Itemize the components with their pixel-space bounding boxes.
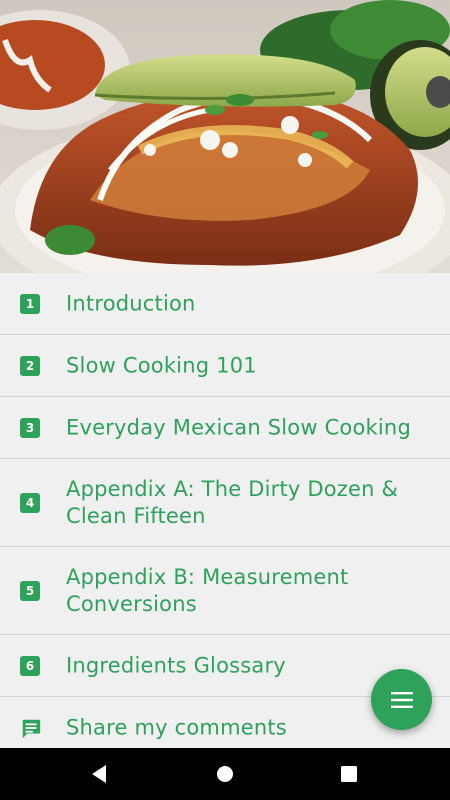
menu-icon (390, 691, 413, 708)
menu-item-label: Introduction (66, 291, 196, 315)
menu-item-label: Ingredients Glossary (66, 653, 286, 677)
number-6-icon: 6 (20, 655, 40, 676)
menu-item-label: Everyday Mexican Slow Cooking (66, 415, 411, 439)
menu-item-everyday-mexican[interactable]: 3 Everyday Mexican Slow Cooking (0, 397, 450, 459)
recents-icon (341, 766, 357, 782)
nav-home-button[interactable] (195, 748, 255, 800)
menu-item-introduction[interactable]: 1 Introduction (0, 273, 450, 335)
number-2-icon: 2 (20, 355, 40, 376)
number-1-icon: 1 (20, 293, 40, 314)
comment-icon (22, 719, 41, 739)
nav-back-button[interactable] (69, 748, 129, 800)
number-4-icon: 4 (20, 492, 40, 513)
hero-image (0, 0, 450, 273)
home-icon (217, 766, 233, 782)
number-5-icon: 5 (20, 580, 40, 601)
menu-fab-button[interactable] (371, 669, 432, 730)
menu-item-appendix-a[interactable]: 4 Appendix A: The Dirty Dozen & Clean Fi… (0, 459, 450, 547)
nav-recents-button[interactable] (319, 748, 379, 800)
number-3-icon: 3 (20, 417, 40, 438)
menu-item-slow-cooking-101[interactable]: 2 Slow Cooking 101 (0, 335, 450, 397)
menu-item-label: Appendix B: Measurement Conversions (66, 564, 349, 616)
back-icon (92, 765, 106, 783)
food-photo (0, 0, 450, 273)
menu-item-appendix-b[interactable]: 5 Appendix B: Measurement Conversions (0, 547, 450, 635)
system-nav-bar (0, 748, 450, 800)
menu-item-label: Slow Cooking 101 (66, 353, 257, 377)
menu-item-label: Appendix A: The Dirty Dozen & Clean Fift… (66, 476, 399, 528)
